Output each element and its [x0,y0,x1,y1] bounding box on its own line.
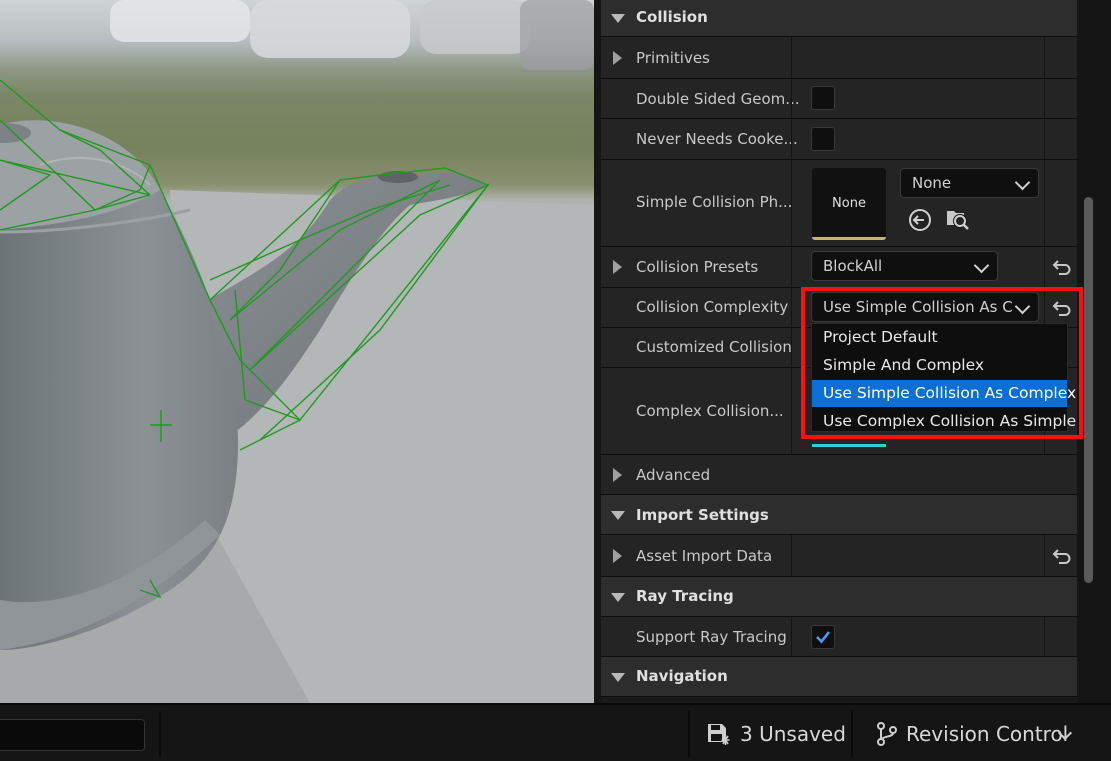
browse-asset-icon[interactable] [944,205,970,231]
property-label: Support Ray Tracing [636,628,787,646]
save-icon [708,724,730,745]
chevron-down-icon [973,257,990,274]
section-title: Navigation [636,667,728,685]
combo-value: BlockAll [823,257,883,275]
physical-material-combo[interactable]: None [900,168,1039,198]
row-advanced[interactable]: Advanced [601,455,1077,495]
use-selected-asset-icon[interactable] [907,207,933,233]
scrollbar-thumb[interactable] [1084,197,1093,583]
branch-icon [877,722,897,746]
reset-to-default-icon[interactable] [1050,546,1074,566]
property-label: Collision Complexity [636,298,789,316]
collapse-arrow-icon[interactable] [611,593,625,602]
row-collision-presets: Collision Presets BlockAll [601,247,1077,288]
physical-material-thumbnail[interactable]: None [812,168,886,240]
unsaved-count-label: 3 Unsaved [740,722,846,746]
expand-arrow-icon[interactable] [613,260,622,274]
row-asset-import-data: Asset Import Data [601,535,1077,577]
annotation-highlight-box [801,287,1083,439]
row-simple-collision-physical-material: Simple Collision Ph... None None [601,160,1077,247]
property-label: Collision Presets [636,258,759,276]
property-label: Customized Collision [636,338,792,356]
console-command-input[interactable] [0,719,145,751]
chevron-down-icon [1014,174,1031,191]
collapse-arrow-icon[interactable] [611,673,625,682]
property-label: Complex Collision... [636,402,784,420]
property-label: Advanced [636,466,711,484]
status-bar: 3 Unsaved Revision Control [0,703,1111,761]
collapse-arrow-icon[interactable] [611,14,625,23]
expand-arrow-icon[interactable] [613,51,622,65]
reset-to-default-icon[interactable] [1050,257,1074,277]
viewport-scene [0,0,594,703]
property-label: Double Sided Geom... [636,90,800,108]
section-ray-tracing[interactable]: Ray Tracing [601,577,1077,617]
revision-control-label: Revision Control [906,722,1069,746]
section-title: Collision [636,8,708,26]
property-label: Never Needs Cooke... [636,130,798,148]
property-label: Simple Collision Ph... [636,193,793,211]
property-label: Primitives [636,49,710,67]
asset-type-color-bar [812,444,886,447]
expand-arrow-icon[interactable] [613,549,622,563]
expand-arrow-icon[interactable] [613,468,622,482]
section-collision[interactable]: Collision [601,0,1077,37]
section-import-settings[interactable]: Import Settings [601,495,1077,535]
combo-value: None [912,174,952,192]
property-label: Asset Import Data [636,547,773,565]
row-never-needs-cooked: Never Needs Cooke... [601,119,1077,160]
viewport[interactable] [0,0,594,703]
support-ray-tracing-checkbox[interactable] [811,625,835,649]
section-title: Import Settings [636,506,769,524]
never-needs-cooked-checkbox[interactable] [811,127,835,151]
collapse-arrow-icon[interactable] [611,511,625,520]
checkmark-icon [816,631,831,644]
row-support-ray-tracing: Support Ray Tracing [601,617,1077,657]
collision-presets-combo[interactable]: BlockAll [811,251,998,281]
section-title: Ray Tracing [636,587,734,605]
row-double-sided-geometry: Double Sided Geom... [601,79,1077,119]
double-sided-checkbox[interactable] [811,86,835,110]
section-navigation[interactable]: Navigation [601,657,1077,697]
row-primitives: Primitives [601,37,1077,79]
